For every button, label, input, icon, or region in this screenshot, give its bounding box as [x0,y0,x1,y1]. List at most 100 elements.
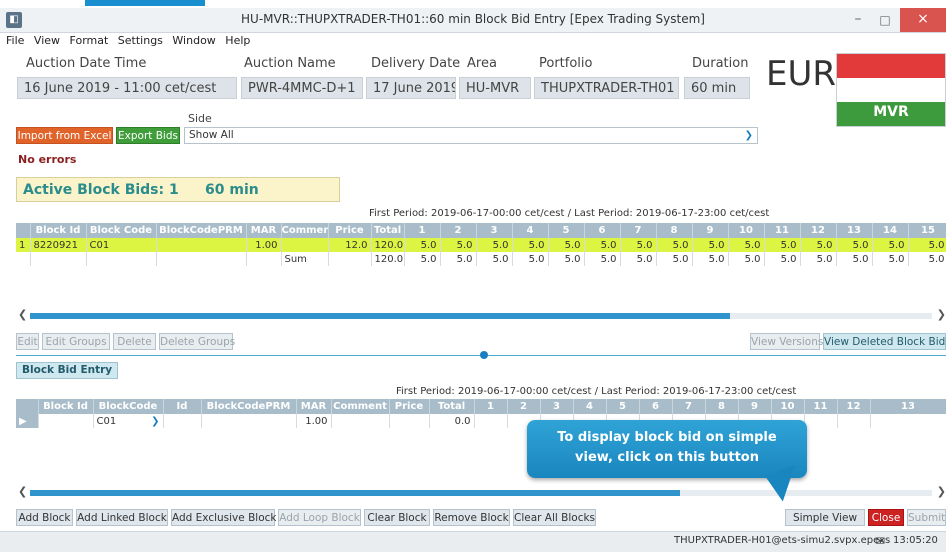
comment-cell[interactable] [331,414,390,428]
close-button[interactable]: Close [868,509,904,526]
col-header-block-id[interactable]: Block Id [30,223,87,238]
scroll-left-icon[interactable]: ❮ [18,485,27,498]
menu-help[interactable]: Help [225,33,250,49]
block-code-prm-cell[interactable] [201,414,297,428]
col-header-price[interactable]: Price [389,399,430,414]
view-versions-button[interactable]: View Versions [750,333,823,350]
add-loop-block-button[interactable]: Add Loop Block [278,509,361,526]
minimize-button[interactable]: – [846,10,870,30]
col-header-period[interactable]: 5 [606,399,640,414]
period-cell[interactable] [837,414,871,428]
col-header-indicator[interactable] [16,399,39,414]
add-block-button[interactable]: Add Block [16,509,73,526]
mar-cell[interactable]: 1.00 [296,414,332,428]
delete-groups-button[interactable]: Delete Groups [159,333,235,350]
menu-format[interactable]: Format [70,33,109,49]
splitter-handle[interactable] [480,351,488,359]
col-header-period[interactable]: 15 [908,223,946,238]
col-header-id[interactable]: Id [163,399,202,414]
col-header-period[interactable]: 13 [870,399,946,414]
menu-file[interactable]: File [6,33,24,49]
col-header-period[interactable]: 7 [672,399,706,414]
clear-all-blocks-button[interactable]: Clear All Blocks [513,509,596,526]
mail-icon[interactable]: ✉ [875,534,885,548]
col-header-mar[interactable]: MAR [246,223,282,238]
view-deleted-block-bids-button[interactable]: View Deleted Block Bids [823,333,946,350]
col-header-period[interactable]: 6 [639,399,673,414]
clear-block-button[interactable]: Clear Block [364,509,430,526]
block-code-select[interactable]: C01 ❯ [93,414,164,428]
id-cell[interactable] [163,414,202,428]
col-header-comment[interactable]: Comment [331,399,390,414]
block-id-cell[interactable] [38,414,94,428]
col-header-period[interactable]: 1 [404,223,441,238]
col-header-period[interactable]: 8 [656,223,693,238]
col-header-period[interactable]: 9 [692,223,729,238]
col-header-block-code-prm[interactable]: BlockCodePRM [201,399,297,414]
edit-button[interactable]: Edit [16,333,39,350]
col-header-price[interactable]: Price [328,223,372,238]
scroll-left-icon[interactable]: ❮ [18,308,27,321]
col-header-period[interactable]: 10 [728,223,765,238]
col-header-period[interactable]: 2 [440,223,477,238]
col-header-period[interactable]: 10 [771,399,805,414]
col-header-period[interactable]: 14 [872,223,909,238]
period-cell[interactable] [870,414,946,428]
edit-groups-button[interactable]: Edit Groups [42,333,110,350]
menu-settings[interactable]: Settings [118,33,163,49]
side-select[interactable]: Show All ❯ [184,127,758,144]
table-cell: 5.0 [548,238,585,252]
col-header-period[interactable]: 1 [474,399,508,414]
col-header-block-id[interactable]: Block Id [38,399,94,414]
table-row[interactable]: 1 8220921 C01 1.00 12.0 120.0 5.0 5.0 5.… [16,238,946,252]
row-indicator[interactable]: ▶ [16,414,39,428]
col-header-period[interactable]: 4 [512,223,549,238]
col-header-period[interactable]: 12 [800,223,837,238]
maximize-button[interactable]: □ [873,10,897,30]
col-header-index[interactable] [16,223,31,238]
col-header-period[interactable]: 5 [548,223,585,238]
active-horizontal-scrollbar[interactable]: ❮ ❯ [16,308,946,321]
col-header-total[interactable]: Total [429,399,475,414]
col-header-period[interactable]: 3 [476,223,513,238]
col-header-block-code-prm[interactable]: BlockCodePRM [156,223,247,238]
entry-table: Block Id BlockCode Id BlockCodePRM MAR C… [16,399,946,428]
table-cell: Sum [281,252,329,266]
scroll-thumb[interactable] [30,490,680,496]
add-exclusive-block-button[interactable]: Add Exclusive Block [171,509,276,526]
block-bid-entry-tab[interactable]: Block Bid Entry [16,362,119,379]
period-cell[interactable] [474,414,508,428]
col-header-period[interactable]: 13 [836,223,873,238]
col-header-period[interactable]: 11 [764,223,801,238]
col-header-period[interactable]: 11 [804,399,838,414]
entry-horizontal-scrollbar[interactable]: ❮ ❯ [16,485,946,498]
col-header-mar[interactable]: MAR [296,399,332,414]
window-close-button[interactable]: × [900,8,946,32]
submit-button[interactable]: Submit [907,509,946,526]
col-header-block-code[interactable]: Block Code [86,223,157,238]
scroll-thumb[interactable] [30,313,730,319]
col-header-comment[interactable]: Comment [281,223,329,238]
menu-view[interactable]: View [34,33,60,49]
scroll-right-icon[interactable]: ❯ [937,485,946,498]
col-header-block-code[interactable]: BlockCode [93,399,164,414]
export-bids-button[interactable]: Export Bids [116,127,180,144]
price-cell[interactable] [389,414,430,428]
col-header-period[interactable]: 8 [705,399,739,414]
menu-window[interactable]: Window [172,33,215,49]
col-header-period[interactable]: 2 [507,399,541,414]
import-excel-button[interactable]: Import from Excel [16,127,113,144]
col-header-period[interactable]: 7 [620,223,657,238]
col-header-period[interactable]: 9 [738,399,772,414]
col-header-period[interactable]: 6 [584,223,621,238]
simple-view-button[interactable]: Simple View [785,509,865,526]
period-cell[interactable] [804,414,838,428]
col-header-period[interactable]: 4 [573,399,607,414]
scroll-right-icon[interactable]: ❯ [937,308,946,321]
delete-button[interactable]: Delete [113,333,156,350]
col-header-total[interactable]: Total [371,223,405,238]
col-header-period[interactable]: 3 [540,399,574,414]
remove-block-button[interactable]: Remove Block [433,509,510,526]
col-header-period[interactable]: 12 [837,399,871,414]
add-linked-block-button[interactable]: Add Linked Block [76,509,168,526]
